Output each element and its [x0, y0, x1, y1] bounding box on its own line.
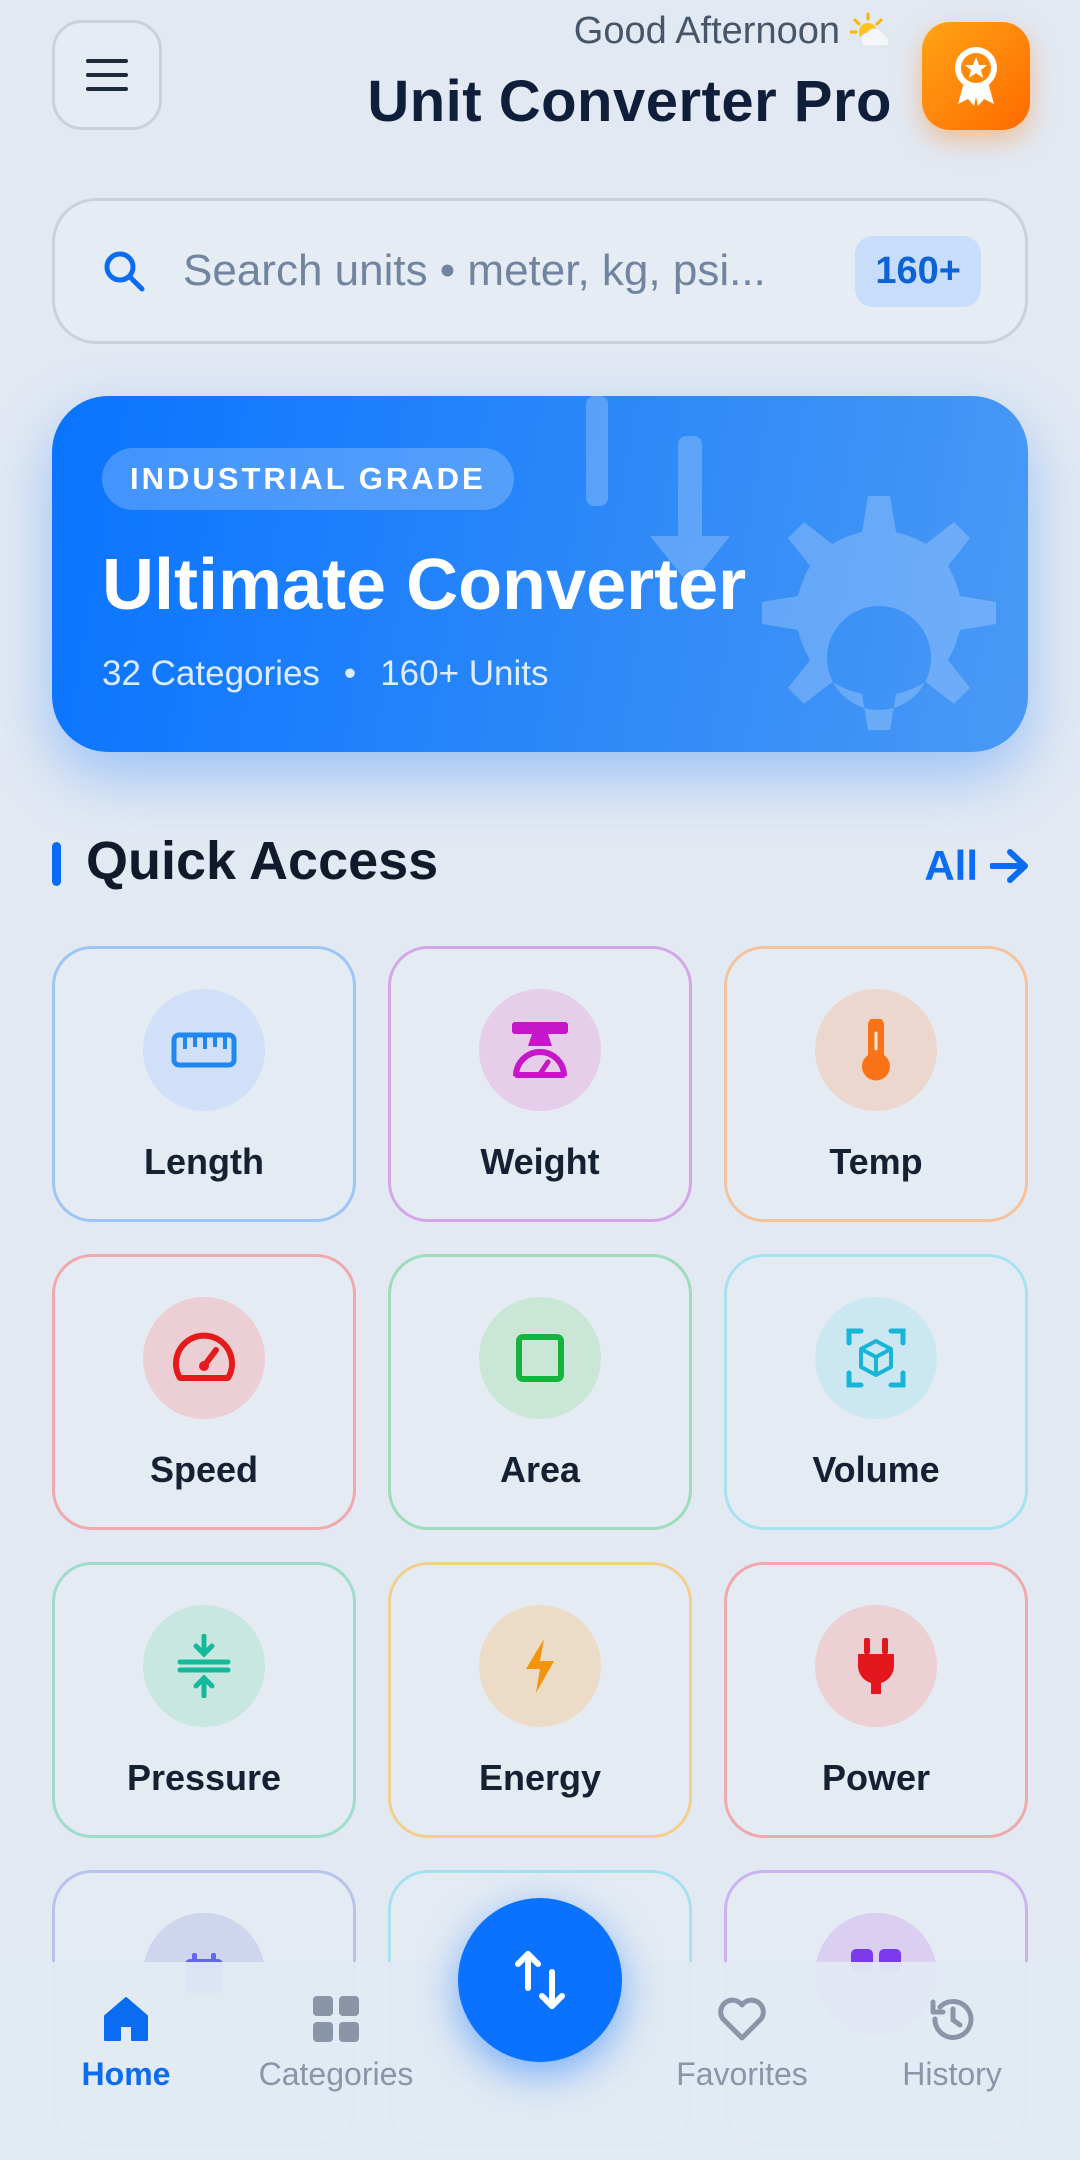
search-input[interactable]: Search units • meter, kg, psi... [183, 246, 835, 296]
hamburger-menu-icon [86, 59, 128, 91]
search-bar[interactable]: Search units • meter, kg, psi... 160+ [52, 198, 1028, 344]
tile-label: Speed [149, 1449, 259, 1490]
nav-home[interactable]: Home [36, 1992, 216, 2093]
hero-tag: INDUSTRIAL GRADE [102, 448, 514, 510]
ruler-icon [171, 1032, 237, 1068]
tile-label: Length [144, 1141, 264, 1182]
see-all-label: All [924, 842, 978, 889]
tile-power[interactable]: Power [724, 1562, 1028, 1838]
section-accent-bar [52, 842, 61, 886]
app-title: Unit Converter Pro [367, 69, 892, 134]
swap-arrows-icon [515, 1951, 565, 2009]
history-icon [930, 1998, 974, 2040]
nav-label: Home [81, 2056, 171, 2092]
home-icon [104, 1997, 148, 2041]
compress-icon [177, 1634, 231, 1698]
tile-icon-bg [479, 1297, 601, 1419]
tile-pressure[interactable]: Pressure [52, 1562, 356, 1838]
bolt-icon [526, 1639, 554, 1693]
tile-label: Area [499, 1449, 581, 1490]
tile-icon-bg [143, 1297, 265, 1419]
nav-label: Favorites [676, 2056, 808, 2092]
tile-label: Weight [480, 1141, 600, 1182]
grid-icon [313, 1996, 359, 2042]
hero-stat-separator: • [343, 654, 357, 693]
award-icon [955, 47, 997, 106]
nav-categories[interactable]: Categories [246, 1992, 426, 2093]
square-icon [516, 1334, 564, 1382]
hero-stat-units: 160+ Units [380, 654, 549, 693]
tile-length[interactable]: Length [52, 946, 356, 1222]
scale-icon [512, 1022, 568, 1078]
search-icon [104, 251, 145, 292]
tile-label: Power [821, 1757, 931, 1798]
heart-icon [718, 1997, 766, 2041]
nav-favorites[interactable]: Favorites [652, 1992, 832, 2093]
sun-behind-cloud-icon [850, 12, 890, 46]
tile-weight[interactable]: Weight [388, 946, 692, 1222]
tile-icon-bg [479, 989, 601, 1111]
hero-stat-categories: 32 Categories [102, 654, 320, 693]
hero-banner[interactable]: INDUSTRIAL GRADE Ultimate Converter 32 C… [52, 396, 1028, 752]
thermometer-icon [862, 1019, 890, 1081]
hero-title: Ultimate Converter [102, 545, 747, 625]
speedometer-icon [173, 1332, 235, 1381]
tile-area[interactable]: Area [388, 1254, 692, 1530]
tile-label: Pressure [126, 1757, 282, 1798]
tile-label: Volume [812, 1449, 940, 1490]
tile-volume[interactable]: Volume [724, 1254, 1028, 1530]
nav-label: History [902, 2056, 1002, 2092]
section-title: Quick Access [86, 831, 439, 891]
tile-label: Energy [478, 1757, 602, 1798]
tile-icon-bg [479, 1605, 601, 1727]
tile-label: Temp [829, 1141, 923, 1182]
menu-button[interactable] [52, 20, 162, 130]
tile-temp[interactable]: Temp [724, 946, 1028, 1222]
tile-icon-bg [143, 989, 265, 1111]
premium-badge-button[interactable] [922, 22, 1030, 130]
tile-icon-bg [815, 989, 937, 1111]
home-screen: Good Afternoon Unit Converter Pro Search… [0, 0, 1080, 2160]
tile-icon-bg [815, 1605, 937, 1727]
greeting-text: Good Afternoon [573, 10, 840, 52]
tile-icon-bg [815, 1297, 937, 1419]
tile-speed[interactable]: Speed [52, 1254, 356, 1530]
convert-fab-button[interactable] [458, 1898, 622, 2062]
nav-history[interactable]: History [862, 1992, 1042, 2093]
tile-energy[interactable]: Energy [388, 1562, 692, 1838]
greeting: Good Afternoon [574, 10, 894, 53]
hero-stats: 32 Categories • 160+ Units [102, 654, 549, 694]
nav-label: Categories [258, 2056, 414, 2092]
arrow-right-icon [990, 849, 1028, 883]
plug-icon [858, 1638, 894, 1694]
tile-icon-bg [143, 1605, 265, 1727]
unit-count-badge: 160+ [855, 235, 981, 307]
cube-icon [846, 1328, 906, 1388]
see-all-link[interactable]: All [924, 842, 1030, 890]
